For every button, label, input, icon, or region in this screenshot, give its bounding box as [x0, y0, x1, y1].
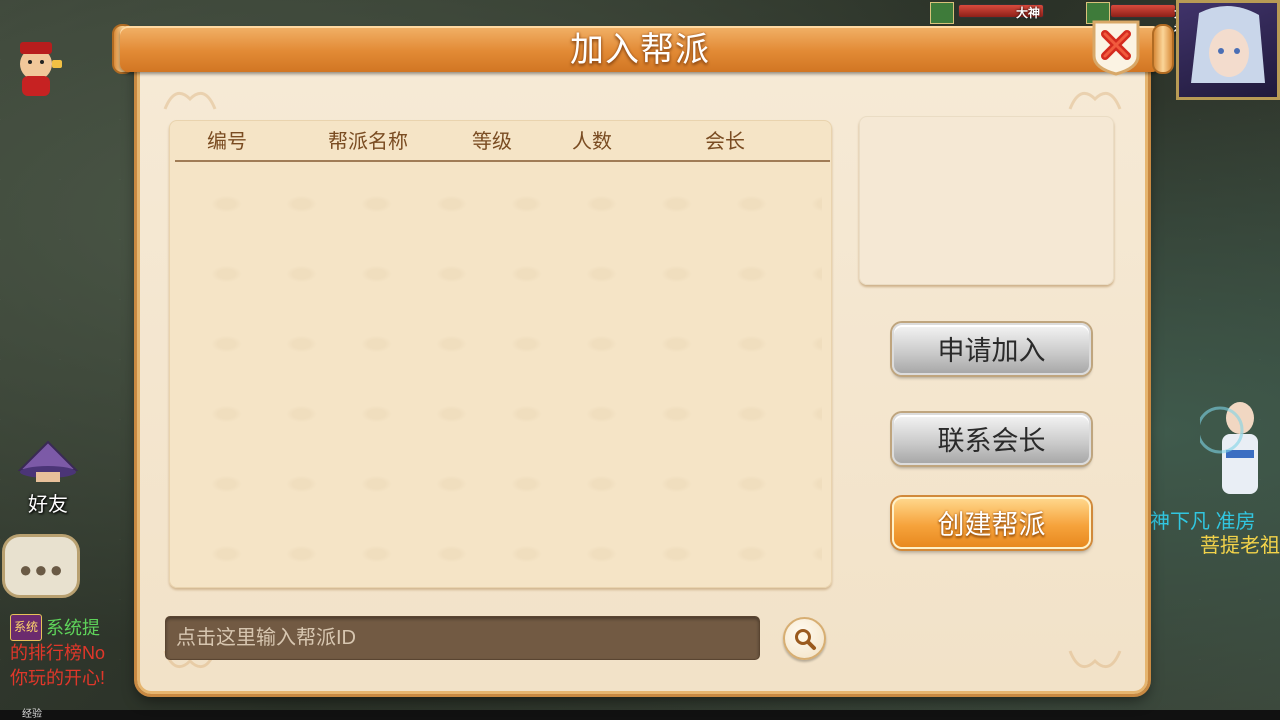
chat-log[interactable]: 系统 系统提 的排行榜No 你玩的开心! [10, 614, 140, 691]
system-badge: 系统 [10, 614, 43, 641]
exp-bar: 经验 [0, 710, 1280, 720]
avatar-icon [1191, 5, 1265, 83]
create-guild-button[interactable]: 创建帮派 [892, 497, 1091, 549]
chat-button[interactable]: ●●● [2, 534, 80, 598]
scene-npc-labels: 神下凡 准房 菩提老祖 [1150, 510, 1280, 558]
search-icon [795, 629, 816, 650]
chat-line-text: 系统提 [46, 618, 101, 638]
close-button[interactable] [1088, 18, 1144, 76]
buff-icon [930, 2, 954, 24]
guild-list-header: 编号 帮派名称 等级 人数 会长 [175, 120, 830, 162]
close-icon [1092, 20, 1140, 76]
apply-join-button[interactable]: 申请加入 [892, 323, 1091, 375]
npc-label: 菩提老祖 [1200, 535, 1280, 557]
chat-bubble-icon: ●●● [19, 557, 65, 582]
cloud-ornament-icon [1068, 91, 1122, 110]
hp-bar [1110, 4, 1176, 18]
contact-leader-button[interactable]: 联系会长 [892, 413, 1091, 465]
guild-list-panel[interactable]: 编号 帮派名称 等级 人数 会长 [169, 120, 832, 588]
guild-id-search-input[interactable] [165, 616, 760, 660]
exp-label: 经验 [22, 709, 42, 720]
dialog-title: 加入帮派 [570, 31, 710, 69]
column-header-guild-name: 帮派名称 [328, 131, 408, 153]
cloud-ornament-icon [1068, 650, 1122, 669]
chat-line: 系统 系统提 [10, 614, 140, 641]
fortune-mascot-icon[interactable] [8, 40, 64, 100]
column-header-members: 人数 [572, 131, 612, 153]
npc-character-icon[interactable] [1200, 390, 1280, 510]
friends-button[interactable]: 好友 [12, 440, 84, 516]
npc-label: 神下凡 准房 [1150, 511, 1256, 533]
hat-icon [18, 440, 78, 482]
chat-line: 的排行榜No [10, 643, 106, 663]
player-tag: 大神 [1016, 6, 1041, 20]
guild-info-panel [859, 116, 1114, 285]
guild-list-body [179, 164, 822, 578]
column-header-level: 等级 [472, 131, 512, 153]
column-header-leader: 会长 [705, 131, 745, 153]
cloud-ornament-icon [163, 91, 217, 110]
column-header-id: 编号 [207, 131, 247, 153]
player-portrait[interactable] [1176, 0, 1280, 100]
search-button[interactable] [783, 617, 826, 660]
friends-label: 好友 [28, 494, 68, 516]
chat-line: 你玩的开心! [10, 668, 106, 688]
